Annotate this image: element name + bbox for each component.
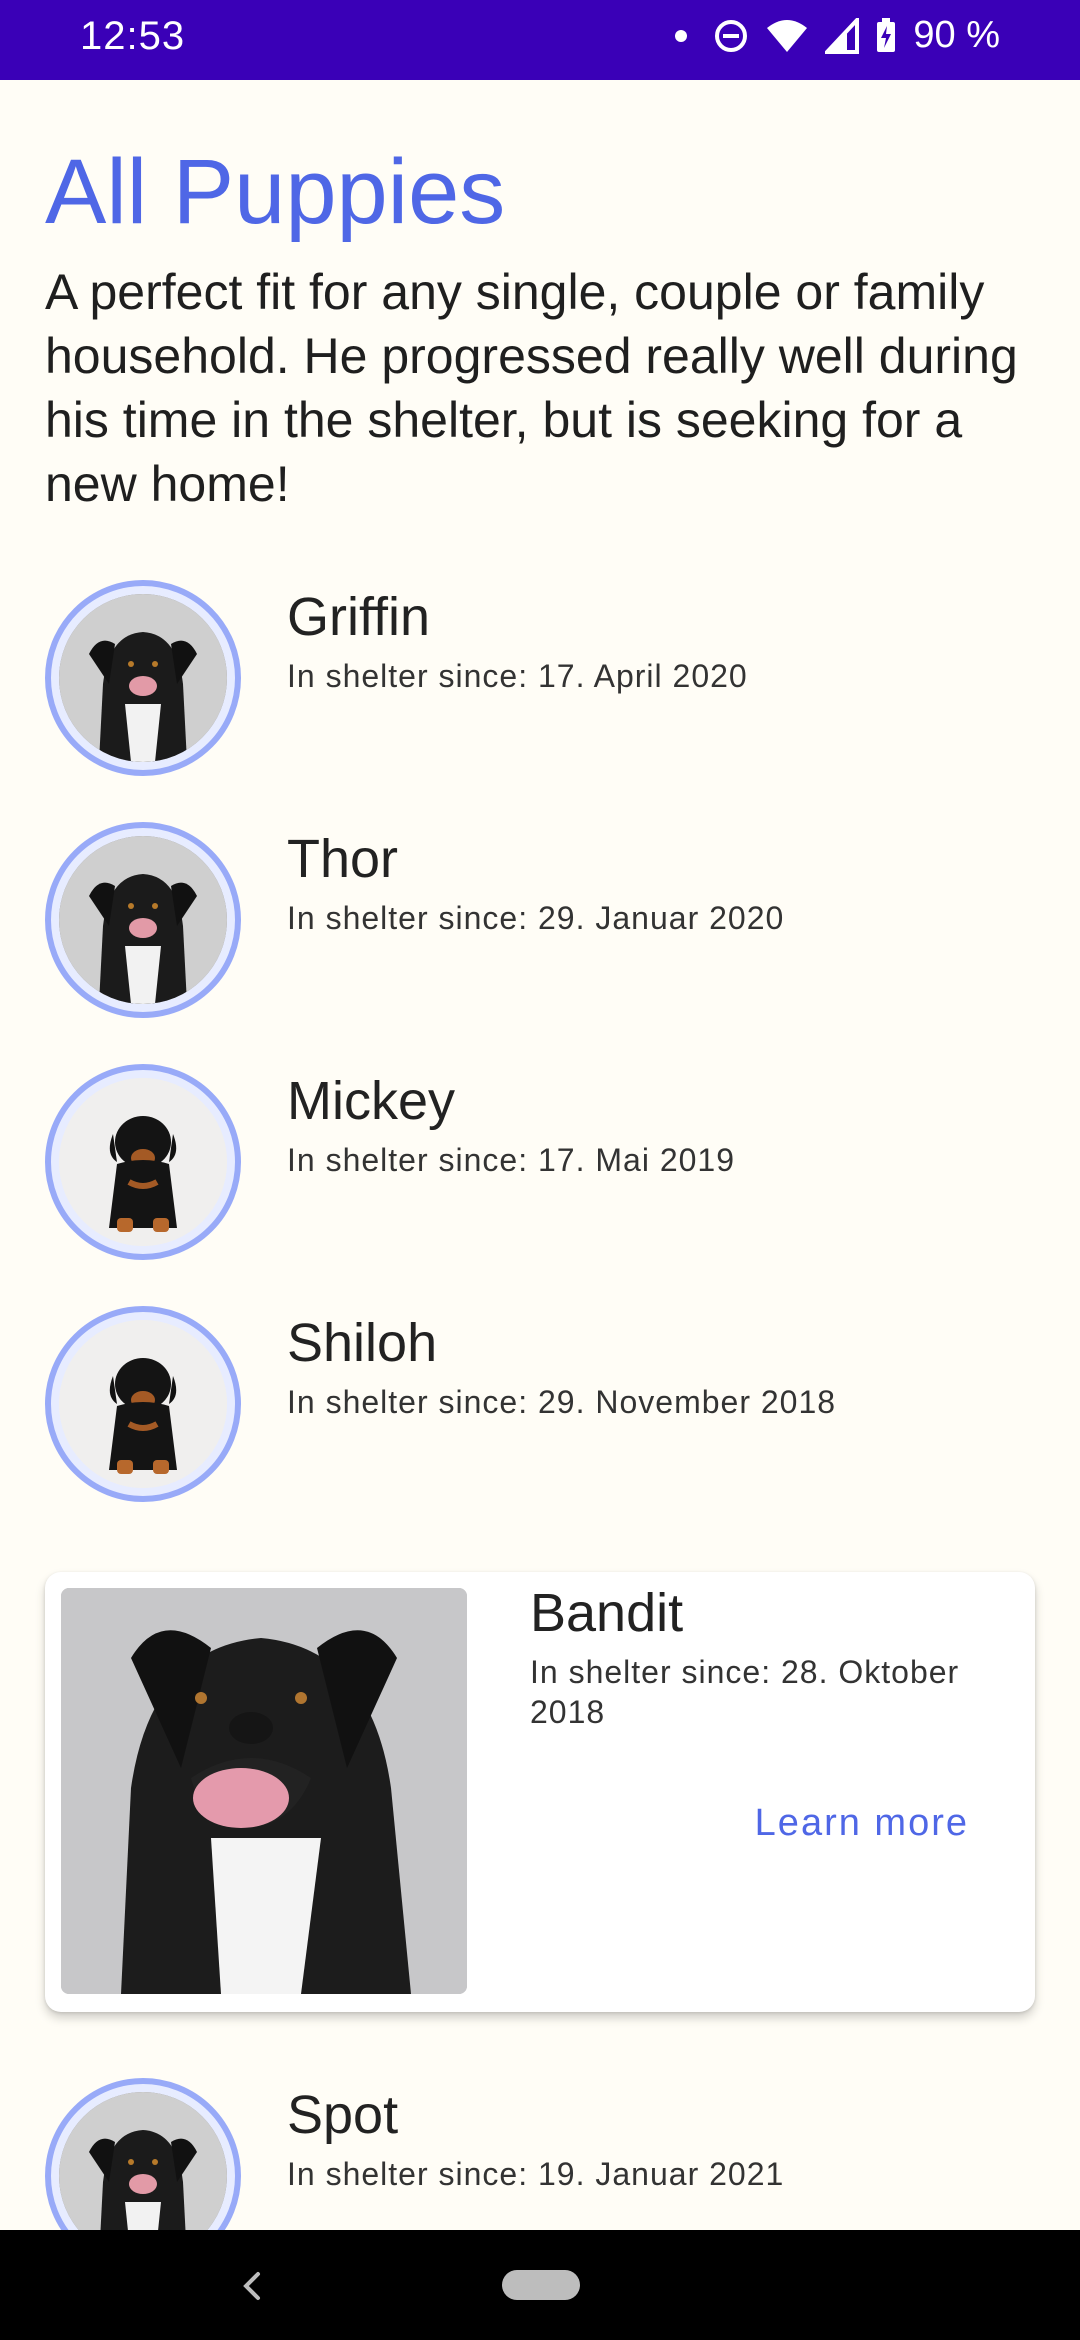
shelter-since: In shelter since: 17. April 2020: [287, 658, 748, 694]
puppy-list-page: All Puppies A perfect fit for any single…: [0, 80, 1080, 2230]
status-bar: 12:53 90 %: [0, 0, 1080, 80]
dog-photo: [59, 2092, 227, 2230]
system-navigation-bar: [0, 2230, 1080, 2340]
list-item[interactable]: Griffin In shelter since: 17. April 2020: [45, 580, 1045, 780]
shelter-since: In shelter since: 29. Januar 2020: [287, 900, 785, 936]
list-item[interactable]: Spot In shelter since: 19. Januar 2021: [45, 2078, 1045, 2230]
list-item[interactable]: Shiloh In shelter since: 29. November 20…: [45, 1306, 1045, 1506]
list-item[interactable]: Mickey In shelter since: 17. Mai 2019: [45, 1064, 1045, 1264]
notification-dot-icon: [675, 29, 688, 42]
cellular-signal-icon: [825, 17, 860, 54]
wifi-icon: [767, 19, 808, 52]
black-dog-avatar: [45, 2078, 241, 2230]
battery-charging-icon: [877, 17, 896, 52]
page-subtitle: A perfect fit for any single, couple or …: [45, 264, 1018, 512]
puppy-name: Thor: [287, 829, 399, 889]
puppy-photo: [59, 1320, 227, 1488]
home-pill-button[interactable]: [502, 2270, 580, 2300]
puppy-name: Griffin: [287, 587, 431, 647]
dog-photo: [59, 594, 227, 762]
black-dog-avatar: [45, 822, 241, 1018]
status-time: 12:53: [80, 14, 186, 58]
shelter-since: In shelter since: 19. Januar 2021: [287, 2156, 785, 2192]
battery-percent: 90 %: [913, 14, 1000, 56]
page-title: All Puppies: [45, 141, 506, 243]
shelter-since: In shelter since: 17. Mai 2019: [287, 1142, 736, 1178]
black-dog-avatar: [45, 580, 241, 776]
status-icons: 90 %: [675, 14, 1000, 57]
puppy-photo: [59, 1078, 227, 1246]
puppy-name: Mickey: [287, 1071, 456, 1131]
learn-more-button[interactable]: Learn more: [755, 1802, 969, 1845]
dog-photo: [59, 836, 227, 1004]
featured-shelter-since: In shelter since: 28. Oktober 2018: [530, 1654, 960, 1730]
rottweiler-puppy-avatar: [45, 1064, 241, 1260]
shelter-since: In shelter since: 29. November 2018: [287, 1384, 837, 1420]
rottweiler-puppy-avatar: [45, 1306, 241, 1502]
featured-puppy-name: Bandit: [530, 1583, 684, 1643]
list-item[interactable]: Thor In shelter since: 29. Januar 2020: [45, 822, 1045, 1022]
featured-dog-photo: [61, 1588, 467, 1994]
featured-puppy-card[interactable]: Bandit In shelter since: 28. Oktober 201…: [45, 1572, 1035, 2012]
puppy-name: Shiloh: [287, 1313, 438, 1373]
puppy-name: Spot: [287, 2085, 399, 2145]
do-not-disturb-icon: [715, 19, 748, 52]
back-icon[interactable]: [236, 2256, 266, 2316]
